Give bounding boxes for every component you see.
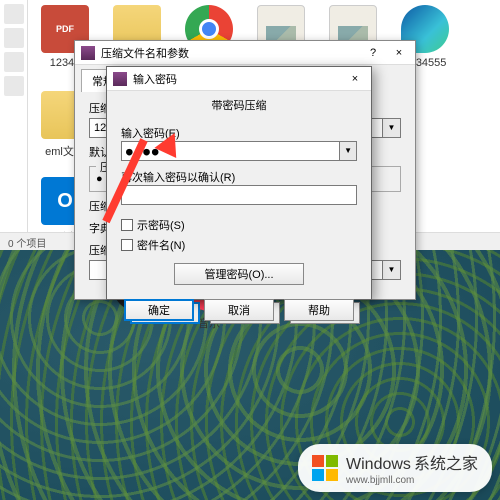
dialog-button-row: 确定 取消 帮助 bbox=[107, 291, 371, 329]
explorer-sidebar bbox=[0, 0, 28, 250]
ok-button[interactable]: 确定 bbox=[124, 299, 194, 321]
dialog-titlebar[interactable]: 输入密码 × bbox=[107, 67, 371, 91]
dialog-title: 压缩文件名和参数 bbox=[101, 45, 189, 61]
confirm-password-label: 再次输入密码以确认(R) bbox=[121, 172, 235, 184]
password-heading: 带密码压缩 bbox=[107, 91, 371, 119]
encrypt-filenames-checkbox[interactable] bbox=[121, 239, 133, 251]
password-dialog: 输入密码 × 带密码压缩 输入密码(E) ▼ 再次输入密码以确认(R) 示密码(… bbox=[106, 66, 372, 300]
watermark-url: www.bjjmll.com bbox=[346, 475, 414, 486]
dialog-titlebar[interactable]: 压缩文件名和参数 ? × bbox=[75, 41, 415, 65]
help-button[interactable]: ? bbox=[363, 47, 383, 59]
password-input[interactable] bbox=[121, 141, 340, 161]
show-password-label: 示密码(S) bbox=[137, 217, 185, 233]
show-password-checkbox[interactable] bbox=[121, 219, 133, 231]
watermark-brand: Windows bbox=[346, 456, 411, 473]
cancel-button[interactable]: 取消 bbox=[204, 299, 274, 321]
watermark: Windows 系统之家 www.bjjmll.com bbox=[298, 444, 492, 492]
confirm-password-input[interactable] bbox=[121, 185, 357, 205]
dialog-title: 输入密码 bbox=[133, 71, 177, 87]
close-button[interactable]: × bbox=[389, 47, 409, 59]
close-button[interactable]: × bbox=[345, 73, 365, 85]
help-button[interactable]: 帮助 bbox=[284, 299, 354, 321]
dropdown-arrow-icon[interactable]: ▼ bbox=[340, 141, 357, 161]
watermark-sub: 系统之家 bbox=[414, 456, 478, 473]
dropdown-arrow-icon[interactable]: ▼ bbox=[383, 118, 401, 138]
rar-icon bbox=[113, 72, 127, 86]
manage-passwords-button[interactable]: 管理密码(O)... bbox=[174, 263, 304, 285]
dropdown-arrow-icon[interactable]: ▼ bbox=[383, 260, 401, 280]
password-label: 输入密码(E) bbox=[121, 128, 180, 140]
rar-icon bbox=[81, 46, 95, 60]
windows-logo-icon bbox=[312, 455, 338, 481]
encrypt-filenames-label: 密件名(N) bbox=[137, 237, 185, 253]
